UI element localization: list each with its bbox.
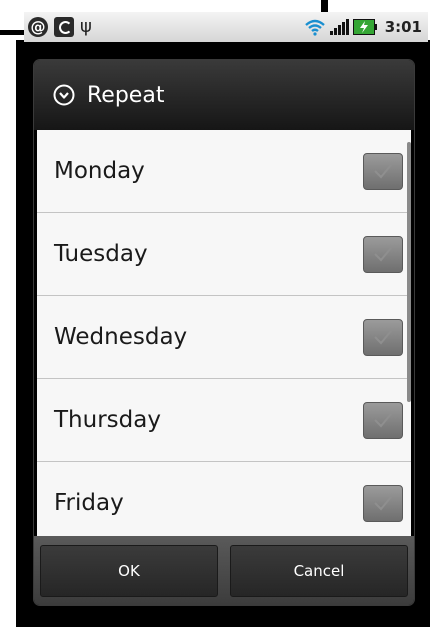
day-label: Monday xyxy=(54,158,145,184)
ok-button[interactable]: OK xyxy=(40,544,218,597)
cancel-button[interactable]: Cancel xyxy=(230,544,408,597)
day-checkbox[interactable] xyxy=(363,318,403,356)
checkmark-icon xyxy=(374,330,392,345)
checkmark-icon xyxy=(374,164,392,179)
crop-tick xyxy=(321,0,328,12)
signal-icon xyxy=(329,19,349,35)
circle-chevron-down-icon xyxy=(53,84,75,106)
sync-icon xyxy=(54,17,74,37)
day-list: Monday Tuesday Wednesday Thursday Friday xyxy=(37,130,411,596)
checkmark-icon xyxy=(374,496,392,511)
day-row-wednesday[interactable]: Wednesday xyxy=(37,296,411,379)
day-checkbox[interactable] xyxy=(363,401,403,439)
checkmark-icon xyxy=(374,413,392,428)
day-label: Friday xyxy=(54,490,124,516)
battery-charging-icon xyxy=(352,19,377,35)
day-label: Tuesday xyxy=(54,241,148,267)
dialog-button-bar: OK Cancel xyxy=(34,536,414,605)
at-sign-icon: @ xyxy=(28,17,48,37)
repeat-dialog: Repeat Monday Tuesday Wednesday Thursday xyxy=(34,60,414,605)
day-label: Thursday xyxy=(54,407,161,433)
day-checkbox[interactable] xyxy=(363,152,403,190)
status-bar: @ ψ 3:01 xyxy=(24,12,428,42)
wifi-icon xyxy=(304,19,325,36)
day-row-thursday[interactable]: Thursday xyxy=(37,379,411,462)
day-checkbox[interactable] xyxy=(363,484,403,522)
day-row-monday[interactable]: Monday xyxy=(37,130,411,213)
day-label: Wednesday xyxy=(54,324,188,350)
notification-icons: @ ψ xyxy=(24,17,92,37)
system-status: 3:01 xyxy=(304,18,428,36)
day-checkbox[interactable] xyxy=(363,235,403,273)
usb-icon: ψ xyxy=(80,16,92,37)
scrollbar[interactable] xyxy=(407,142,411,402)
day-row-tuesday[interactable]: Tuesday xyxy=(37,213,411,296)
checkmark-icon xyxy=(374,247,392,262)
dialog-title: Repeat xyxy=(87,82,165,108)
day-row-friday[interactable]: Friday xyxy=(37,462,411,545)
dialog-title-bar: Repeat xyxy=(34,60,414,130)
clock: 3:01 xyxy=(384,18,422,36)
